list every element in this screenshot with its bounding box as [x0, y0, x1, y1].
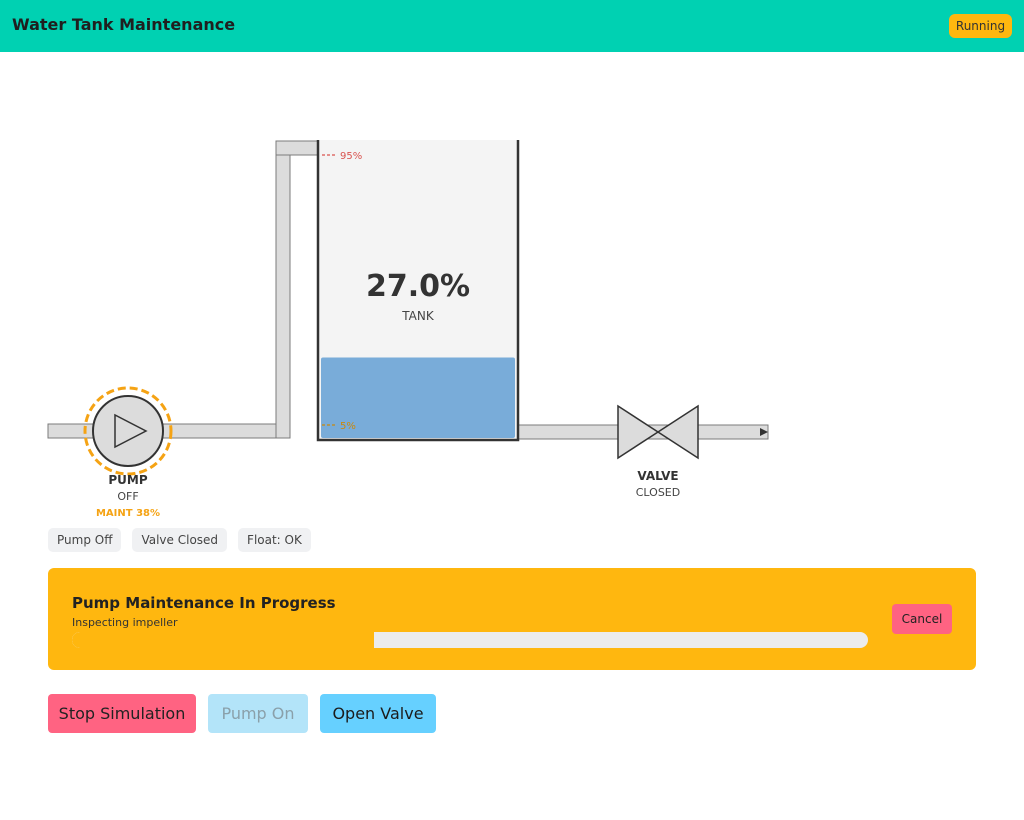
maintenance-banner: Pump Maintenance In Progress Inspecting …	[48, 568, 976, 670]
pump-label: PUMP	[108, 473, 147, 487]
chip-valve-status: Valve Closed	[132, 528, 228, 552]
pump-maintenance-label: MAINT 38%	[96, 508, 160, 519]
tank-label: TANK	[401, 309, 435, 323]
pump-icon[interactable]	[92, 395, 164, 467]
app-title: Water Tank Maintenance	[12, 15, 236, 34]
process-diagram: 95% 5% 27.0% TANK PUMP OFF MAINT 38% VAL…	[47, 140, 769, 519]
riser-pipe	[275, 140, 291, 439]
chip-float-status: Float: OK	[238, 528, 311, 552]
cancel-maintenance-button[interactable]: Cancel	[892, 604, 952, 634]
valve-label: VALVE	[637, 469, 678, 483]
stop-simulation-button[interactable]: Stop Simulation	[48, 694, 196, 733]
status-badge[interactable]: Running	[949, 14, 1012, 38]
pump-state: OFF	[117, 490, 138, 503]
open-valve-button[interactable]: Open Valve	[320, 694, 436, 733]
top-navbar: Water Tank Maintenance Running	[0, 0, 1024, 52]
low-level-label: 5%	[340, 421, 356, 432]
pump-on-button[interactable]: Pump On	[208, 694, 308, 733]
valve-icon[interactable]	[617, 404, 660, 460]
maintenance-progress-fill	[72, 632, 375, 648]
maintenance-step: Inspecting impeller	[72, 616, 178, 629]
feed-pipe	[275, 140, 319, 156]
bowtie-valve-icon	[656, 404, 699, 460]
high-level-label: 95%	[340, 151, 362, 162]
tank-level-readout: 27.0%	[366, 269, 470, 304]
status-chips: Pump Off Valve Closed Float: OK	[48, 528, 311, 552]
valve-state: CLOSED	[636, 486, 680, 499]
maintenance-progress	[72, 632, 868, 648]
maintenance-title: Pump Maintenance In Progress	[72, 594, 336, 612]
chip-pump-status: Pump Off	[48, 528, 122, 552]
